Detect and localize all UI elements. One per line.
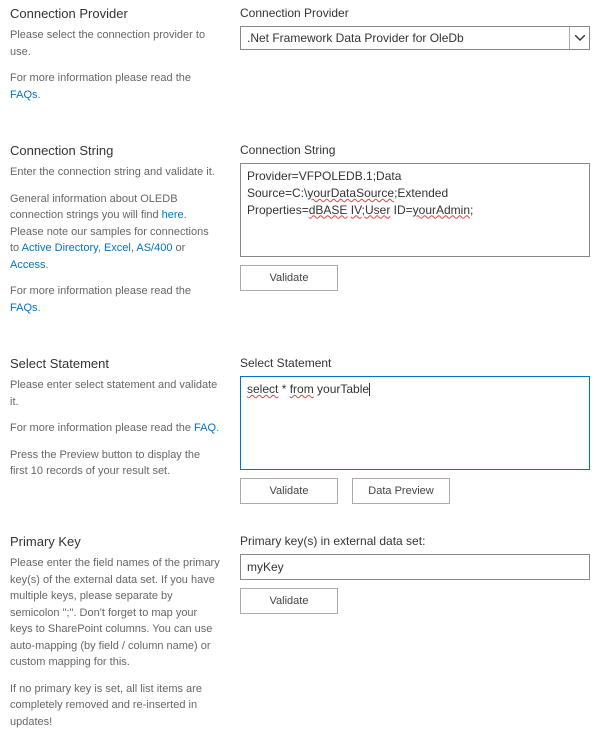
- provider-desc: Please select the connection provider to…: [10, 27, 220, 60]
- validate-connstr-button[interactable]: Validate: [240, 265, 338, 291]
- active-directory-link[interactable]: Active Directory: [22, 242, 98, 254]
- faqs-link[interactable]: FAQs: [10, 89, 38, 101]
- pkey-right-heading: Primary key(s) in external data set:: [240, 534, 590, 548]
- text: from: [290, 382, 314, 396]
- text: .: [38, 302, 41, 314]
- connstr-desc1: Enter the connection string and validate…: [10, 164, 220, 181]
- text: yourTable: [314, 382, 369, 396]
- text: or: [172, 242, 185, 254]
- text: .: [45, 259, 48, 271]
- text: ;Extended: [394, 186, 448, 200]
- select-statement-input[interactable]: select * from yourTable: [240, 376, 590, 470]
- text: For more information please read the: [10, 285, 191, 297]
- text: select: [247, 382, 278, 396]
- select-desc3: Press the Preview button to display the …: [10, 447, 220, 480]
- text: *: [278, 382, 289, 396]
- provider-right-heading: Connection Provider: [240, 6, 590, 20]
- here-link[interactable]: here: [162, 209, 184, 221]
- connection-string-input[interactable]: Provider=VFPOLEDB.1;Data Source=C:\yourD…: [240, 163, 590, 257]
- text: ID=: [390, 203, 412, 217]
- chevron-down-icon: [569, 27, 589, 49]
- text: .: [38, 89, 41, 101]
- pkey-desc2: If no primary key is set, all list items…: [10, 681, 220, 731]
- provider-select[interactable]: .Net Framework Data Provider for OleDb: [240, 26, 590, 50]
- text: yourAdmin: [413, 203, 470, 217]
- access-link[interactable]: Access: [10, 259, 45, 271]
- text: ;: [470, 203, 473, 217]
- connstr-heading: Connection String: [10, 143, 220, 158]
- pkey-heading: Primary Key: [10, 534, 220, 549]
- validate-select-button[interactable]: Validate: [240, 478, 338, 504]
- connstr-desc2: General information about OLEDB connecti…: [10, 191, 220, 274]
- select-heading: Select Statement: [10, 356, 220, 371]
- connstr-info: For more information please read the FAQ…: [10, 283, 220, 316]
- select-desc1: Please enter select statement and valida…: [10, 377, 220, 410]
- text-caret: [369, 383, 370, 396]
- text: Properties=: [247, 203, 309, 217]
- faq-link[interactable]: FAQ: [194, 422, 216, 434]
- text: IV;User: [351, 203, 391, 217]
- text: For more information please read the: [10, 422, 194, 434]
- select-right-heading: Select Statement: [240, 356, 590, 370]
- pkey-desc1: Please enter the field names of the prim…: [10, 555, 220, 671]
- data-preview-button[interactable]: Data Preview: [352, 478, 450, 504]
- connstr-right-heading: Connection String: [240, 143, 590, 157]
- text: yourDataSource: [307, 186, 394, 200]
- validate-pkey-button[interactable]: Validate: [240, 588, 338, 614]
- provider-selected-text: .Net Framework Data Provider for OleDb: [241, 31, 569, 45]
- primary-key-input[interactable]: [240, 554, 590, 580]
- text: General information about OLEDB connecti…: [10, 193, 178, 222]
- text: For more information please read the: [10, 72, 191, 84]
- as400-link[interactable]: AS/400: [136, 242, 172, 254]
- text: dBASE: [309, 203, 348, 217]
- select-info: For more information please read the FAQ…: [10, 420, 220, 437]
- excel-link[interactable]: Excel: [104, 242, 131, 254]
- faqs-link[interactable]: FAQs: [10, 302, 38, 314]
- provider-info: For more information please read the FAQ…: [10, 70, 220, 103]
- text: .: [216, 422, 219, 434]
- provider-heading: Connection Provider: [10, 6, 220, 21]
